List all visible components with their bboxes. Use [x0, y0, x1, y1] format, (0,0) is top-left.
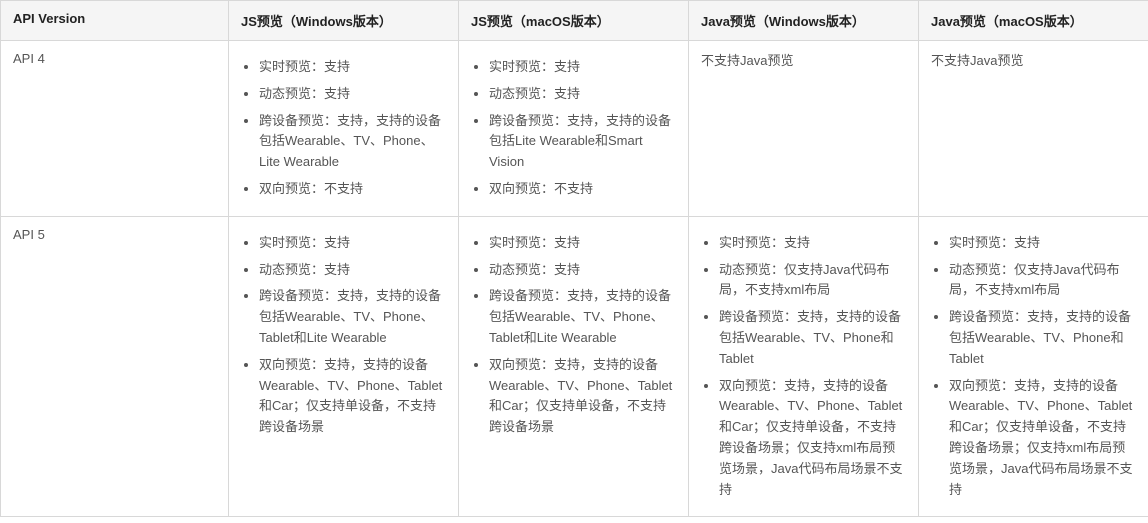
feature-list: 实时预览：支持动态预览：支持跨设备预览：支持，支持的设备包括Wearable、T… — [471, 233, 676, 438]
cell-text: 不支持Java预览 — [701, 53, 793, 68]
cell-text: 不支持Java预览 — [931, 53, 1023, 68]
list-item: 跨设备预览：支持，支持的设备包括Wearable、TV、Phone、Tablet… — [259, 286, 446, 348]
feature-list: 实时预览：支持动态预览：支持跨设备预览：支持，支持的设备包括Wearable、T… — [241, 233, 446, 438]
feature-list: 实时预览：支持动态预览：支持跨设备预览：支持，支持的设备包括Wearable、T… — [241, 57, 446, 200]
list-item: 动态预览：支持 — [489, 84, 676, 105]
list-item: 动态预览：支持 — [259, 260, 446, 281]
table-cell: 实时预览：支持动态预览：仅支持Java代码布局，不支持xml布局跨设备预览：支持… — [919, 216, 1148, 517]
feature-list: 实时预览：支持动态预览：支持跨设备预览：支持，支持的设备包括Lite Weara… — [471, 57, 676, 200]
list-item: 跨设备预览：支持，支持的设备包括Wearable、TV、Phone和Tablet — [949, 307, 1136, 369]
table-cell: 实时预览：支持动态预览：支持跨设备预览：支持，支持的设备包括Wearable、T… — [229, 216, 459, 517]
table-row: API 4实时预览：支持动态预览：支持跨设备预览：支持，支持的设备包括Weara… — [1, 41, 1148, 217]
col-header: Java预览（macOS版本） — [919, 1, 1148, 41]
list-item: 双向预览：支持，支持的设备Wearable、TV、Phone、Tablet和Ca… — [259, 355, 446, 438]
table-cell: 不支持Java预览 — [689, 41, 919, 217]
table-cell: 实时预览：支持动态预览：仅支持Java代码布局，不支持xml布局跨设备预览：支持… — [689, 216, 919, 517]
feature-list: 实时预览：支持动态预览：仅支持Java代码布局，不支持xml布局跨设备预览：支持… — [701, 233, 906, 501]
table-cell: 不支持Java预览 — [919, 41, 1148, 217]
list-item: 实时预览：支持 — [489, 233, 676, 254]
feature-list: 实时预览：支持动态预览：仅支持Java代码布局，不支持xml布局跨设备预览：支持… — [931, 233, 1136, 501]
list-item: 双向预览：不支持 — [259, 179, 446, 200]
list-item: 跨设备预览：支持，支持的设备包括Lite Wearable和Smart Visi… — [489, 111, 676, 173]
list-item: 跨设备预览：支持，支持的设备包括Wearable、TV、Phone和Tablet — [719, 307, 906, 369]
row-label: API 5 — [1, 216, 229, 517]
col-header: API Version — [1, 1, 229, 41]
list-item: 实时预览：支持 — [949, 233, 1136, 254]
list-item: 跨设备预览：支持，支持的设备包括Wearable、TV、Phone、Lite W… — [259, 111, 446, 173]
list-item: 双向预览：支持，支持的设备Wearable、TV、Phone、Tablet和Ca… — [949, 376, 1136, 501]
col-header: JS预览（macOS版本） — [459, 1, 689, 41]
list-item: 动态预览：仅支持Java代码布局，不支持xml布局 — [719, 260, 906, 302]
list-item: 双向预览：不支持 — [489, 179, 676, 200]
list-item: 动态预览：支持 — [259, 84, 446, 105]
header-row: API Version JS预览（Windows版本） JS预览（macOS版本… — [1, 1, 1148, 41]
list-item: 实时预览：支持 — [719, 233, 906, 254]
col-header: JS预览（Windows版本） — [229, 1, 459, 41]
list-item: 双向预览：支持，支持的设备Wearable、TV、Phone、Tablet和Ca… — [489, 355, 676, 438]
table-cell: 实时预览：支持动态预览：支持跨设备预览：支持，支持的设备包括Wearable、T… — [229, 41, 459, 217]
table-cell: 实时预览：支持动态预览：支持跨设备预览：支持，支持的设备包括Lite Weara… — [459, 41, 689, 217]
table-cell: 实时预览：支持动态预览：支持跨设备预览：支持，支持的设备包括Wearable、T… — [459, 216, 689, 517]
list-item: 动态预览：支持 — [489, 260, 676, 281]
col-header: Java预览（Windows版本） — [689, 1, 919, 41]
table-row: API 5实时预览：支持动态预览：支持跨设备预览：支持，支持的设备包括Weara… — [1, 216, 1148, 517]
list-item: 跨设备预览：支持，支持的设备包括Wearable、TV、Phone、Tablet… — [489, 286, 676, 348]
table-body: API 4实时预览：支持动态预览：支持跨设备预览：支持，支持的设备包括Weara… — [1, 41, 1148, 517]
list-item: 实时预览：支持 — [259, 57, 446, 78]
list-item: 实时预览：支持 — [259, 233, 446, 254]
list-item: 实时预览：支持 — [489, 57, 676, 78]
list-item: 双向预览：支持，支持的设备Wearable、TV、Phone、Tablet和Ca… — [719, 376, 906, 501]
list-item: 动态预览：仅支持Java代码布局，不支持xml布局 — [949, 260, 1136, 302]
compat-table: API Version JS预览（Windows版本） JS预览（macOS版本… — [0, 0, 1148, 517]
row-label: API 4 — [1, 41, 229, 217]
